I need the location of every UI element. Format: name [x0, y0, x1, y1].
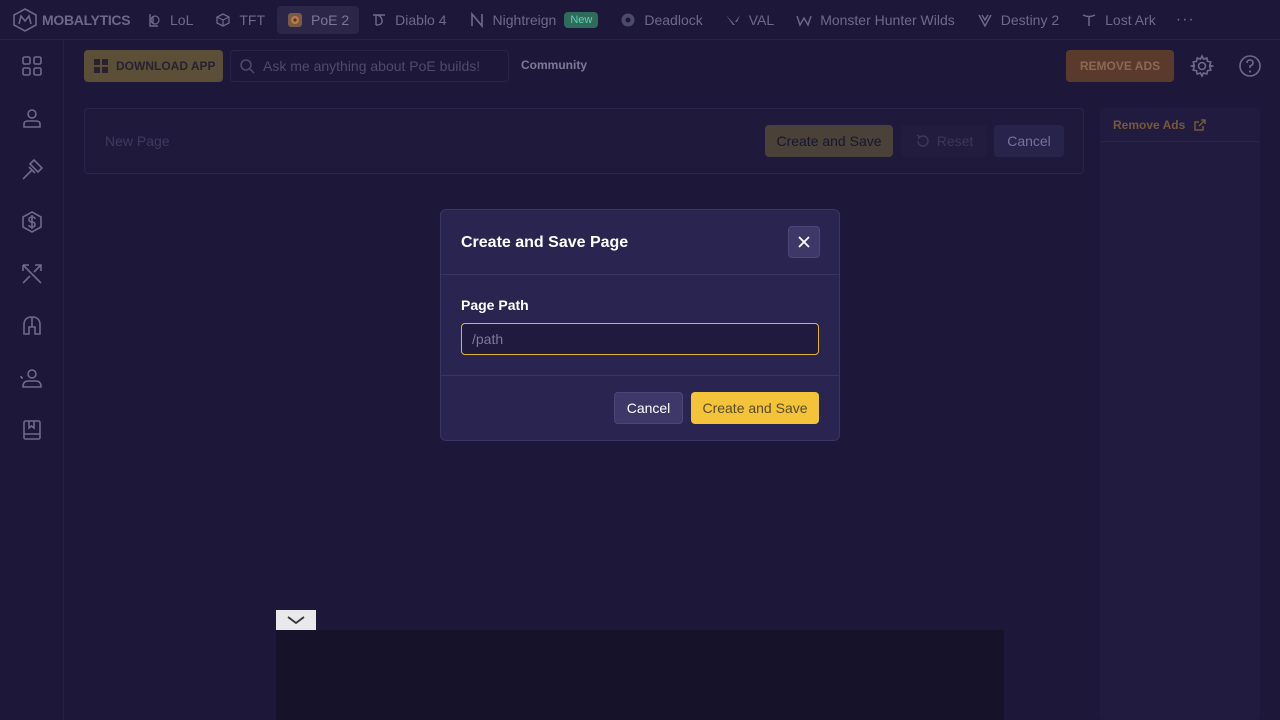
- modal-title: Create and Save Page: [461, 234, 629, 251]
- lol-icon: [149, 13, 160, 27]
- cancel-button[interactable]: Cancel: [994, 125, 1064, 157]
- tab-label: Monster Hunter Wilds: [820, 11, 955, 28]
- collapse-ad-toggle[interactable]: [276, 610, 316, 630]
- tab-deadlock[interactable]: Deadlock: [610, 6, 712, 34]
- remove-ads-button[interactable]: REMOVE ADS: [1066, 50, 1174, 82]
- chevron-down-icon: [287, 616, 305, 625]
- external-link-icon: [1194, 118, 1206, 131]
- nightreign-icon: [470, 11, 483, 28]
- tab-lost-ark[interactable]: Lost Ark: [1071, 6, 1166, 34]
- tab-label: Destiny 2: [1000, 11, 1060, 28]
- tab-lol[interactable]: LoL: [136, 6, 203, 34]
- mobalytics-logo-icon: [13, 7, 37, 32]
- tab-nightreign[interactable]: Nightreign New: [459, 6, 609, 34]
- helmet-icon[interactable]: [20, 314, 44, 338]
- page-title-input[interactable]: New Page: [105, 133, 170, 149]
- modal-footer: Cancel Create and Save: [441, 376, 839, 440]
- tab-label: VAL: [748, 11, 775, 28]
- tft-icon: [216, 12, 231, 27]
- page-path-label: Page Path: [461, 297, 529, 313]
- tab-valorant[interactable]: VAL: [715, 6, 784, 34]
- create-and-save-button[interactable]: Create and Save: [765, 125, 893, 157]
- tab-monster-hunter[interactable]: Monster Hunter Wilds: [786, 6, 965, 34]
- deadlock-icon: [621, 13, 635, 26]
- mobalytics-logo[interactable]: MOBALYTICS: [0, 7, 136, 33]
- download-app-label: DOWNLOAD APP: [116, 59, 216, 73]
- new-badge: New: [564, 11, 599, 28]
- game-tabs: LoL TFT PoE 2 Diablo 4 Nightreign New De…: [136, 0, 1195, 40]
- tab-label: PoE 2: [311, 11, 350, 28]
- remove-ads-label: Remove Ads: [1113, 117, 1186, 132]
- tab-label: Deadlock: [644, 11, 703, 28]
- ad-sidebar: Remove Ads: [1100, 108, 1260, 720]
- reset-label: Reset: [936, 133, 974, 149]
- reset-icon: [916, 134, 929, 147]
- tab-tft[interactable]: TFT: [205, 6, 275, 34]
- settings-gear-icon[interactable]: [1189, 54, 1215, 78]
- page-path-input[interactable]: [461, 323, 819, 355]
- guides-book-icon[interactable]: [20, 418, 44, 442]
- tab-poe2[interactable]: PoE 2: [277, 5, 360, 34]
- destiny-icon: [978, 14, 992, 27]
- tab-diablo4[interactable]: Diablo 4: [361, 6, 456, 34]
- tab-label: Nightreign: [492, 11, 557, 28]
- modal-body: Page Path: [441, 275, 839, 376]
- modal-close-button[interactable]: [788, 226, 820, 258]
- tab-label: Diablo 4: [395, 11, 447, 28]
- tab-label: Lost Ark: [1105, 11, 1156, 28]
- close-icon: [798, 236, 810, 248]
- poe2-icon: [288, 12, 303, 27]
- bottom-ad-banner: [276, 630, 1004, 720]
- valorant-icon: [725, 14, 740, 25]
- top-navigation: MOBALYTICS LoL TFT PoE 2 Diablo 4 Nightr…: [0, 0, 1280, 40]
- tab-label: TFT: [239, 11, 266, 28]
- create-save-page-modal: Create and Save Page Page Path Cancel Cr…: [440, 209, 840, 441]
- builds-hammer-icon[interactable]: [20, 158, 44, 182]
- tab-destiny2[interactable]: Destiny 2: [967, 6, 1069, 34]
- modal-header: Create and Save Page: [441, 210, 839, 275]
- remove-ads-link[interactable]: Remove Ads: [1100, 108, 1260, 142]
- search-box[interactable]: [230, 50, 509, 82]
- modal-create-and-save-button[interactable]: Create and Save: [691, 392, 819, 424]
- page-editor-toolbar: New Page Create and Save Reset Cancel: [84, 108, 1084, 174]
- more-games-icon[interactable]: ···: [1168, 11, 1195, 29]
- left-sidebar: [0, 40, 64, 720]
- windows-icon: [94, 59, 108, 73]
- lost-ark-icon: [1082, 13, 1096, 26]
- profile-icon[interactable]: [20, 106, 44, 130]
- help-icon[interactable]: [1238, 54, 1262, 78]
- tab-label: LoL: [170, 11, 194, 28]
- modal-cancel-button[interactable]: Cancel: [614, 392, 683, 424]
- monster-hunter-icon: [796, 15, 812, 27]
- logo-text: MOBALYTICS: [42, 11, 131, 28]
- community-link[interactable]: Community: [521, 58, 587, 72]
- all-apps-icon[interactable]: [20, 54, 44, 78]
- community-users-icon[interactable]: [20, 366, 44, 390]
- search-icon: [240, 59, 255, 74]
- currency-shield-icon[interactable]: [20, 210, 44, 234]
- reset-button[interactable]: Reset: [901, 125, 987, 157]
- download-app-button[interactable]: DOWNLOAD APP: [84, 50, 223, 82]
- diablo-icon: [373, 13, 386, 26]
- crafting-icon[interactable]: [20, 262, 44, 286]
- search-input[interactable]: [263, 58, 493, 74]
